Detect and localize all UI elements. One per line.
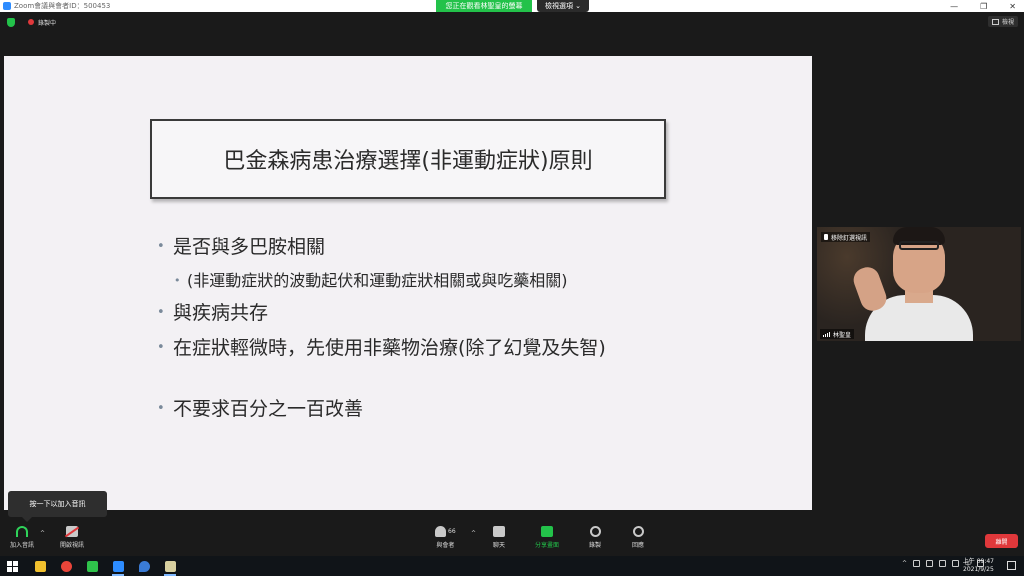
- video-person-glasses: [899, 241, 939, 250]
- participant-name: 林聖皇: [833, 331, 852, 339]
- chat-icon: [493, 526, 505, 537]
- windows-taskbar: ^ 中 上午 09:47 2021/9/25: [0, 556, 1024, 576]
- pin-icon: [824, 234, 828, 240]
- unpin-video-label: 移除釘選視訊: [831, 234, 868, 242]
- file-explorer-taskbar-button[interactable]: [32, 558, 48, 574]
- slide-bullet: • 與疾病共存: [157, 301, 269, 325]
- start-video-label: 開啟視訊: [60, 542, 85, 549]
- participant-name-tag: 林聖皇: [820, 329, 855, 339]
- bullet-dot: •: [174, 274, 181, 287]
- line-taskbar-button[interactable]: [84, 558, 100, 574]
- record-icon: [589, 526, 601, 537]
- clock-time: 上午 09:47: [962, 558, 994, 565]
- bullet-dot: •: [157, 239, 165, 254]
- shared-slide: 巴金森病患治療選擇(非運動症狀)原則 • 是否與多巴胺相關 • (非運動症狀的波…: [4, 56, 812, 510]
- grid-view-icon: [991, 18, 999, 25]
- zoom-taskbar-button[interactable]: [110, 558, 126, 576]
- record-button[interactable]: 錄製: [589, 526, 601, 554]
- view-button-label: 檢視: [1001, 19, 1014, 26]
- water-drop-icon: [138, 560, 150, 572]
- close-button[interactable]: ✕: [1009, 2, 1016, 11]
- signal-bars-icon: [823, 331, 830, 337]
- slide-sub-bullet: • (非運動症狀的波動起伏和運動症狀相關或與吃藥相關): [174, 269, 568, 293]
- meeting-status-row: 錄製中 檢視: [0, 14, 1024, 30]
- tray-network-icon[interactable]: [925, 560, 933, 567]
- tray-onedrive-icon[interactable]: [951, 560, 959, 567]
- bullet-text: (非運動症狀的波動起伏和運動症狀相關或與吃藥相關): [187, 271, 568, 290]
- bullet-dot: •: [157, 340, 165, 355]
- clock-date: 2021/9/25: [963, 566, 994, 573]
- record-label: 錄製: [589, 542, 602, 549]
- meeting-toolbar: 加入音訊 ^ 開啟視訊 66 與會者 ^ 聊天 分享畫面 錄製 回應: [0, 522, 1024, 556]
- share-screen-button[interactable]: 分享畫面: [535, 526, 559, 554]
- start-video-button[interactable]: 開啟視訊: [60, 526, 84, 554]
- headphone-icon: [16, 526, 28, 537]
- taskbar-clock[interactable]: 上午 09:47 2021/9/25: [963, 558, 994, 574]
- window-controls: — ❐ ✕: [950, 0, 1016, 12]
- start-button[interactable]: [4, 558, 20, 574]
- recording-dot-icon: [28, 19, 34, 25]
- bullet-text: 是否與多巴胺相關: [173, 236, 326, 258]
- slide-bullet: • 不要求百分之一百改善: [157, 397, 364, 421]
- view-options-button[interactable]: 檢視選項 ⌄: [537, 0, 589, 12]
- reaction-smiley-icon: [632, 526, 644, 537]
- zoom-window: Zoom會議與會者ID：500453 — ❐ ✕ 您正在觀看林聖皇的螢幕 檢視選…: [0, 0, 1024, 576]
- view-button[interactable]: 檢視: [987, 16, 1018, 27]
- participants-icon-group: 66: [435, 526, 456, 540]
- bullet-text: 與疾病共存: [173, 302, 269, 324]
- bullet-text: 不要求百分之一百改善: [173, 398, 364, 420]
- windows-logo-icon: [6, 560, 18, 572]
- video-off-icon: [66, 526, 78, 537]
- chat-label: 聊天: [493, 542, 506, 549]
- drop-app-taskbar-button[interactable]: [136, 558, 152, 574]
- restore-button[interactable]: ❐: [980, 2, 987, 11]
- screen-share-banner: 您正在觀看林聖皇的螢幕: [436, 0, 532, 12]
- participants-label: 與會者: [436, 542, 455, 549]
- reactions-button[interactable]: 回應: [632, 526, 644, 554]
- chrome-taskbar-button[interactable]: [58, 558, 74, 574]
- share-screen-label: 分享畫面: [535, 542, 560, 549]
- speaker-video-tile[interactable]: 移除釘選視訊 林聖皇: [817, 227, 1021, 341]
- join-audio-label: 加入音訊: [10, 542, 35, 549]
- bullet-dot: •: [157, 401, 165, 416]
- chrome-icon: [60, 560, 72, 572]
- participants-button[interactable]: 66 與會者: [435, 526, 456, 554]
- tray-app-icon[interactable]: [912, 560, 920, 567]
- participants-options-caret[interactable]: ^: [471, 530, 476, 537]
- unpin-video-button[interactable]: 移除釘選視訊: [821, 232, 871, 242]
- tray-volume-icon[interactable]: [938, 560, 946, 567]
- folder-icon: [34, 560, 46, 572]
- join-audio-tooltip: 按一下以加入音訊: [8, 491, 107, 522]
- encryption-shield-icon[interactable]: [7, 17, 15, 27]
- participants-count: 66: [448, 528, 456, 535]
- audio-options-caret[interactable]: ^: [40, 530, 45, 537]
- slide-title: 巴金森病患治療選擇(非運動症狀)原則: [150, 119, 666, 199]
- share-screen-icon: [541, 526, 553, 537]
- slide-bullet: • 是否與多巴胺相關: [157, 235, 326, 259]
- reactions-label: 回應: [632, 542, 645, 549]
- line-app-icon: [86, 560, 98, 572]
- zoom-logo-icon: [3, 2, 11, 10]
- window-title: Zoom會議與會者ID：500453: [14, 2, 111, 10]
- chat-button[interactable]: 聊天: [493, 526, 505, 554]
- tray-chevron-icon[interactable]: ^: [902, 560, 907, 567]
- recording-label: 錄製中: [38, 19, 57, 27]
- bullet-text: 在症狀輕微時，先使用非藥物治療(除了幻覺及失智): [173, 337, 606, 359]
- participants-icon: [435, 526, 446, 537]
- minimize-button[interactable]: —: [950, 2, 958, 11]
- zoom-app-icon: [112, 560, 124, 572]
- app-icon: [164, 560, 176, 572]
- leave-meeting-button[interactable]: 離開: [985, 534, 1018, 548]
- bullet-dot: •: [157, 305, 165, 320]
- active-app-taskbar-button[interactable]: [162, 558, 178, 576]
- slide-bullet: • 在症狀輕微時，先使用非藥物治療(除了幻覺及失智): [157, 336, 653, 360]
- join-audio-button[interactable]: 加入音訊: [10, 526, 34, 554]
- notification-center-icon[interactable]: [1007, 561, 1016, 570]
